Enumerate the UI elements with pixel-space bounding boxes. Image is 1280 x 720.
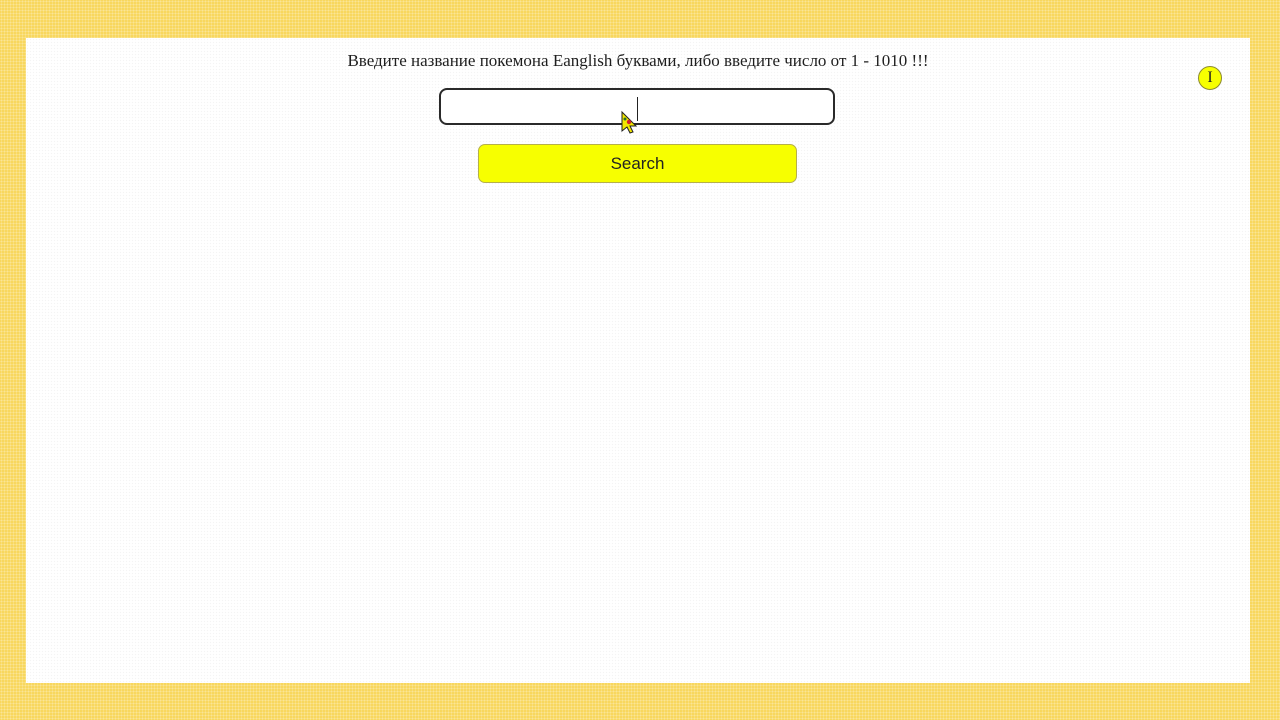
info-button[interactable]: I (1198, 66, 1222, 90)
instruction-text: Введите название покемона Eanglish буква… (347, 51, 929, 70)
search-button[interactable]: Search (478, 144, 797, 183)
main-panel: Введите название покемона Eanglish буква… (26, 38, 1250, 683)
pokeball-hand-cursor-icon (619, 110, 641, 134)
